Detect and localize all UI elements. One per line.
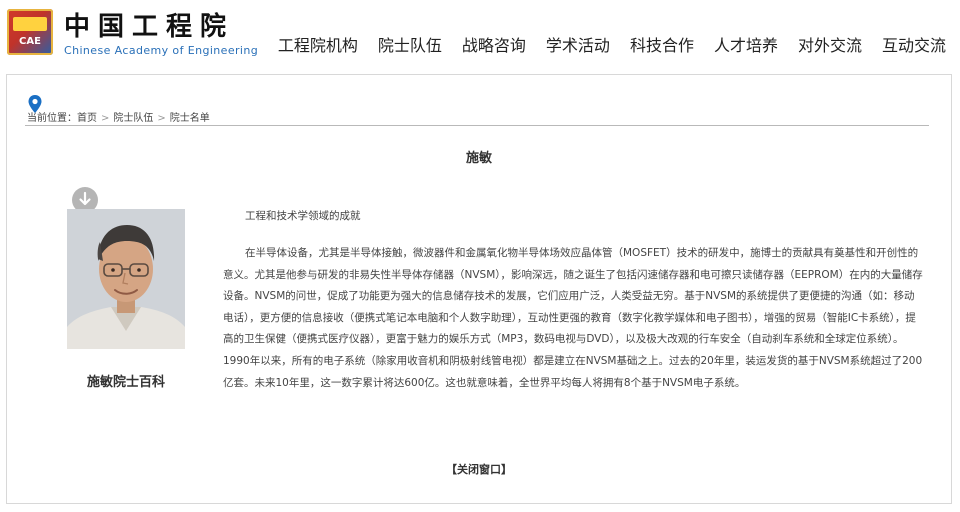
- nav-item-cooperation[interactable]: 科技合作: [630, 32, 694, 56]
- portrait-illustration: [67, 209, 185, 349]
- cae-logo[interactable]: CAE: [7, 9, 53, 55]
- achievements-paragraph: 在半导体设备，尤其是半导体接触，微波器件和金属氧化物半导体场效应晶体管（MOSF…: [223, 247, 923, 389]
- profile-content: 工程和技术学领域的成就 在半导体设备，尤其是半导体接触，微波器件和金属氧化物半导…: [223, 207, 923, 394]
- nav-item-academicians[interactable]: 院士队伍: [378, 32, 442, 56]
- close-window-button[interactable]: 【关闭窗口】: [446, 463, 512, 476]
- close-window: 【关闭窗口】: [7, 461, 951, 477]
- nav-item-institutions[interactable]: 工程院机构: [278, 32, 358, 56]
- breadcrumb-text: 当前位置：首页 > 院士队伍 > 院士名单: [27, 109, 210, 124]
- nav-item-international[interactable]: 对外交流: [798, 32, 862, 56]
- academician-photo: [67, 209, 185, 349]
- academician-wiki-link[interactable]: 施敏院士百科: [67, 371, 185, 390]
- logo-english-name: Chinese Academy of Engineering: [64, 44, 259, 57]
- breadcrumb-home[interactable]: 首页: [77, 113, 97, 124]
- logo-chinese-name: 中国工程院: [64, 12, 235, 42]
- breadcrumb-academicians[interactable]: 院士队伍: [113, 113, 153, 124]
- content-panel: 当前位置：首页 > 院士队伍 > 院士名单 施敏 施敏院士百科 工程和技术学领域的成就 …: [6, 74, 952, 504]
- main-nav: 工程院机构 院士队伍 战略咨询 学术活动 科技合作 人才培养 对外交流 互动交流: [278, 32, 946, 56]
- site-header: CAE 中国工程院 Chinese Academy of Engineering…: [0, 0, 960, 72]
- nav-item-academic-activities[interactable]: 学术活动: [546, 32, 610, 56]
- logo-badge: [13, 17, 47, 31]
- section-heading: 工程和技术学领域的成就: [245, 210, 361, 222]
- breadcrumb-separator: >: [157, 113, 166, 124]
- breadcrumb-academician-list[interactable]: 院士名单: [170, 113, 210, 124]
- breadcrumb: 当前位置：首页 > 院士队伍 > 院士名单: [25, 95, 929, 126]
- page-title: 施敏: [465, 151, 492, 166]
- nav-item-talent[interactable]: 人才培养: [714, 32, 778, 56]
- nav-item-interaction[interactable]: 互动交流: [882, 32, 946, 56]
- nav-item-strategy[interactable]: 战略咨询: [462, 32, 526, 56]
- breadcrumb-prefix: 当前位置：: [27, 113, 77, 124]
- breadcrumb-separator: >: [101, 113, 110, 124]
- logo-badge-text: CAE: [19, 36, 41, 47]
